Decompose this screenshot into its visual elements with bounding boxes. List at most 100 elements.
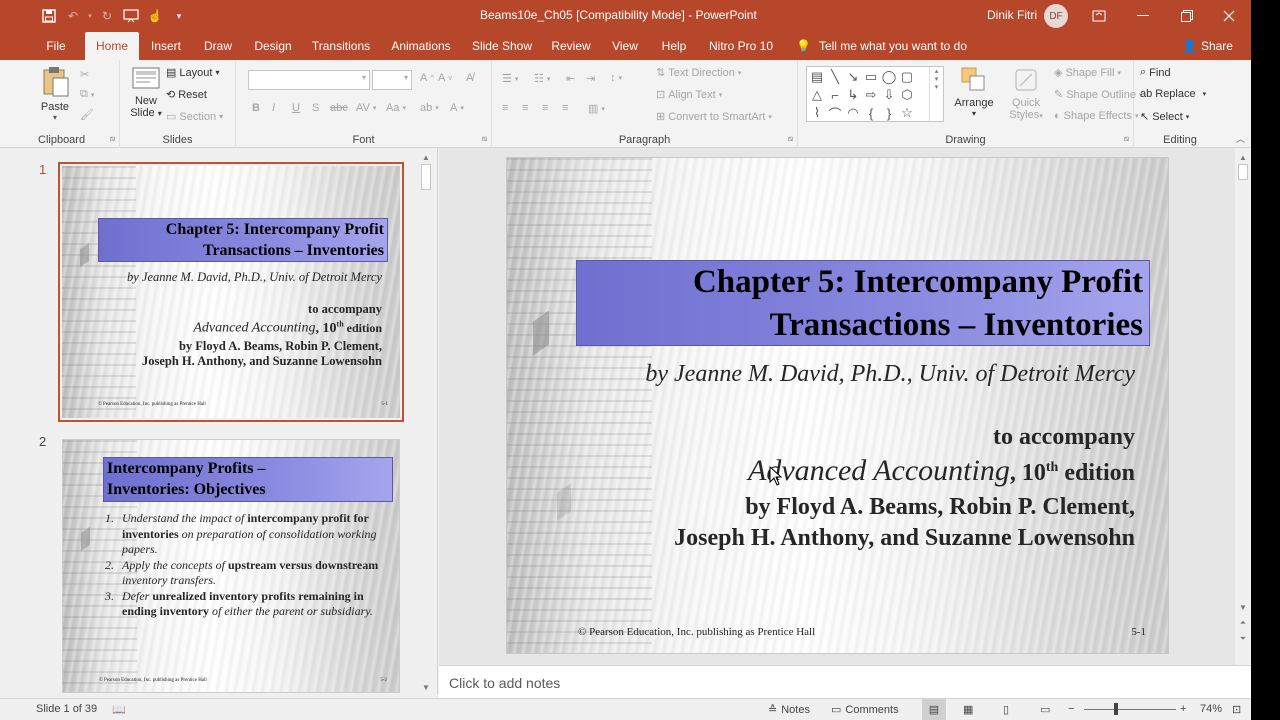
slide-byline[interactable]: by Jeanne M. David, Ph.D., Univ. of Detr… xyxy=(645,361,1135,388)
tab-transitions[interactable]: Transitions xyxy=(310,32,372,60)
tab-animations[interactable]: Animations xyxy=(388,32,454,60)
strikethrough-icon[interactable]: abc xyxy=(330,102,348,114)
line-shape-icon[interactable]: ╲ xyxy=(827,69,843,85)
paragraph-launcher-icon[interactable]: ⧅ xyxy=(788,134,793,144)
align-right-icon[interactable]: ≡ xyxy=(542,102,548,114)
change-case-icon[interactable]: Aa ▾ xyxy=(386,102,406,114)
tab-insert[interactable]: Insert xyxy=(145,32,187,60)
new-slide-button[interactable]: New Slide ▾ xyxy=(126,66,166,119)
shape-outline-button[interactable]: ✎ Shape Outline ▾ xyxy=(1054,88,1142,102)
font-launcher-icon[interactable]: ⧅ xyxy=(482,134,487,144)
increase-indent-icon[interactable]: ⇥ xyxy=(586,72,595,85)
format-painter-icon[interactable]: 🖌 xyxy=(80,108,94,121)
quick-styles-button[interactable]: Quick Styles▾ xyxy=(1002,66,1050,121)
highlight-icon[interactable]: ab ▾ xyxy=(420,102,439,114)
slide-sorter-icon[interactable]: ▦ xyxy=(963,703,973,716)
undo-dropdown-icon[interactable]: ▾ xyxy=(86,6,94,26)
user-name[interactable]: Dinik Fitri xyxy=(987,8,1037,22)
previous-slide-icon[interactable]: ⏶ xyxy=(1236,616,1250,630)
close-icon[interactable] xyxy=(1207,0,1251,32)
normal-view-icon[interactable]: ▤ xyxy=(922,699,946,720)
undo-icon[interactable]: ↶ xyxy=(62,6,84,26)
convert-smartart-button[interactable]: ⊞ Convert to SmartArt ▾ xyxy=(656,110,772,124)
copy-icon[interactable]: ⧉ ▾ xyxy=(80,88,94,101)
tab-file[interactable]: File xyxy=(40,32,72,60)
redo-icon[interactable]: ↻ xyxy=(96,6,118,26)
decrease-indent-icon[interactable]: ⇤ xyxy=(566,72,575,85)
zoom-level[interactable]: 74% xyxy=(1200,703,1222,715)
slide-thumbnail-1[interactable]: Chapter 5: Intercompany Profit Transacti… xyxy=(62,166,400,418)
right-arrow-shape-icon[interactable]: ⇨ xyxy=(863,87,879,103)
oval-shape-icon[interactable]: ◯ xyxy=(881,69,897,85)
shadow-icon[interactable]: S xyxy=(312,102,319,114)
star-shape-icon[interactable]: ☆ xyxy=(899,105,915,121)
fit-to-window-icon[interactable]: ⊡ xyxy=(1232,703,1241,716)
arrow-line-shape-icon[interactable]: ↘ xyxy=(845,69,861,85)
bullets-icon[interactable]: ☰ ▾ xyxy=(502,72,518,85)
scroll-thumb[interactable] xyxy=(1238,164,1248,180)
scroll-thumb[interactable] xyxy=(421,164,431,190)
arc-shape-icon[interactable]: ◠ xyxy=(845,105,861,121)
numbering-icon[interactable]: ☷ ▾ xyxy=(534,72,550,85)
zoom-out-icon[interactable]: − xyxy=(1068,703,1074,715)
comments-button[interactable]: ▭ Comments xyxy=(831,703,899,717)
left-brace-shape-icon[interactable]: { xyxy=(863,105,879,121)
scroll-up-icon[interactable]: ▲ xyxy=(1236,150,1250,164)
arrange-button[interactable]: Arrange ▾ xyxy=(950,66,998,118)
character-spacing-icon[interactable]: AV ▾ xyxy=(356,102,376,114)
underline-icon[interactable]: U xyxy=(292,102,300,114)
zoom-slider-thumb[interactable] xyxy=(1114,703,1118,715)
slide-thumbnail-2[interactable]: Intercompany Profits – Inventories: Obje… xyxy=(62,439,400,693)
slide-authors-1[interactable]: by Floyd A. Beams, Robin P. Clement, xyxy=(745,494,1135,521)
collapse-ribbon-icon[interactable]: ︿ xyxy=(1236,132,1245,145)
reset-button[interactable]: ⟲ Reset xyxy=(166,88,207,102)
tab-draw[interactable]: Draw xyxy=(198,32,238,60)
textbox-shape-icon[interactable]: ▤ xyxy=(809,69,825,85)
tab-design[interactable]: Design xyxy=(250,32,296,60)
slide-book-line[interactable]: Advanced Accounting, 10th edition xyxy=(748,454,1135,488)
share-button[interactable]: 👤 Share xyxy=(1182,32,1233,60)
font-color-icon[interactable]: A ▾ xyxy=(450,102,464,114)
slide-accompany[interactable]: to accompany xyxy=(993,424,1135,451)
thumbnails-scrollbar[interactable]: ▲ ▼ xyxy=(419,148,433,695)
down-arrow-shape-icon[interactable]: ⇩ xyxy=(881,87,897,103)
tab-review[interactable]: Review xyxy=(549,32,593,60)
spelling-icon[interactable]: 📖 xyxy=(112,703,126,716)
increase-font-icon[interactable]: A ^ xyxy=(420,72,434,84)
replace-button[interactable]: ab Replace ▾ xyxy=(1140,88,1206,100)
notes-placeholder[interactable]: Click to add notes xyxy=(449,675,560,691)
clipboard-launcher-icon[interactable]: ⧅ xyxy=(110,134,115,144)
italic-icon[interactable]: I xyxy=(272,102,275,114)
curve-shape-icon[interactable]: ⌒ xyxy=(827,105,843,122)
customize-qat-icon[interactable]: ▾ xyxy=(168,6,190,26)
align-left-icon[interactable]: ≡ xyxy=(502,102,508,114)
restore-icon[interactable] xyxy=(1165,0,1209,32)
slide-title-box[interactable]: Chapter 5: Intercompany Profit Transacti… xyxy=(576,260,1150,346)
reading-view-icon[interactable]: ▯ xyxy=(1003,703,1009,716)
shape-effects-button[interactable]: ◐ Shape Effects ▾ xyxy=(1054,110,1138,122)
triangle-shape-icon[interactable]: △ xyxy=(809,87,825,103)
tab-slide-show[interactable]: Slide Show xyxy=(470,32,534,60)
save-icon[interactable] xyxy=(38,6,60,26)
justify-icon[interactable]: ≡ xyxy=(562,102,568,114)
start-from-beginning-icon[interactable] xyxy=(120,6,142,26)
touch-mode-icon[interactable]: ☝ xyxy=(144,6,166,26)
scroll-down-icon[interactable]: ▼ xyxy=(1236,600,1250,614)
slideshow-view-icon[interactable]: ▭ xyxy=(1040,703,1050,716)
scroll-down-icon[interactable]: ▼ xyxy=(419,680,433,694)
notes-button[interactable]: ≙ Notes xyxy=(768,703,810,717)
freeform-shape-icon[interactable]: ⌇ xyxy=(809,105,825,121)
minimize-icon[interactable] xyxy=(1121,0,1165,32)
layout-button[interactable]: ▤ Layout ▾ xyxy=(166,66,219,80)
ribbon-display-options-icon[interactable] xyxy=(1077,0,1121,32)
slide-authors-2[interactable]: Joseph H. Anthony, and Suzanne Lowensohn xyxy=(674,525,1135,552)
select-button[interactable]: ↖ Select ▾ xyxy=(1140,110,1189,124)
zoom-in-icon[interactable]: + xyxy=(1180,703,1186,715)
zoom-slider[interactable] xyxy=(1084,709,1176,710)
align-center-icon[interactable]: ≡ xyxy=(522,102,528,114)
find-button[interactable]: ⌕ Find xyxy=(1140,66,1171,79)
rectangle-shape-icon[interactable]: ▭ xyxy=(863,69,879,85)
tab-nitro-pro[interactable]: Nitro Pro 10 xyxy=(705,32,777,60)
drawing-launcher-icon[interactable]: ⧅ xyxy=(1124,134,1129,144)
shapes-more-icon[interactable]: ▴ ▾ ▾ xyxy=(929,67,943,121)
